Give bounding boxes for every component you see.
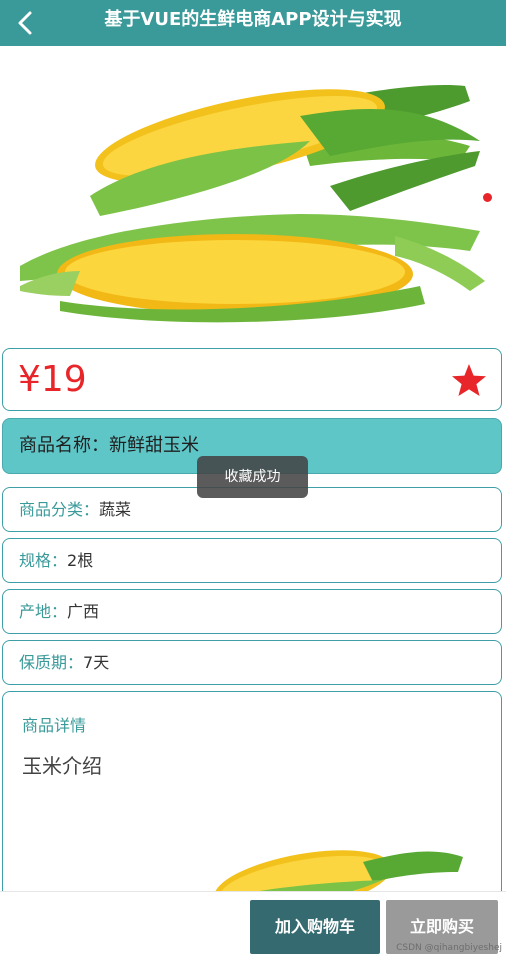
price-card: ¥19: [2, 348, 502, 411]
star-icon[interactable]: [451, 363, 487, 397]
toast-message: 收藏成功: [197, 456, 308, 498]
carousel-dot-active[interactable]: [483, 193, 492, 202]
detail-text: 玉米介绍: [22, 754, 102, 778]
origin-label-text: 产地：: [19, 602, 68, 621]
spec-label-text: 规格：: [19, 551, 68, 570]
origin-label: 产地：广西: [19, 602, 99, 622]
chevron-left-icon[interactable]: [12, 8, 40, 38]
detail-title: 商品详情: [22, 716, 87, 735]
watermark: CSDN @qihangbiyeshej: [396, 943, 502, 953]
shelf-life-row: 保质期：7天: [2, 640, 502, 685]
shelf-life-value: 7天: [83, 653, 110, 672]
category-value: 蔬菜: [99, 500, 132, 519]
shelf-life-label: 保质期：7天: [19, 653, 109, 673]
spec-row: 规格：2根: [2, 538, 502, 583]
shelf-life-label-text: 保质期：: [19, 653, 84, 672]
corn-image: [20, 85, 485, 323]
product-image-carousel[interactable]: [0, 46, 506, 342]
product-price: ¥19: [18, 359, 87, 400]
app-header: 基于VUE的生鲜电商APP设计与实现: [0, 0, 506, 46]
page-title: 基于VUE的生鲜电商APP设计与实现: [104, 9, 402, 30]
spec-label: 规格：2根: [19, 551, 93, 571]
spec-value: 2根: [67, 551, 94, 570]
origin-row: 产地：广西: [2, 589, 502, 634]
product-name: 商品名称：新鲜甜玉米: [19, 435, 199, 456]
category-label: 商品分类：蔬菜: [19, 500, 131, 520]
bottom-action-bar: 加入购物车 立即购买 CSDN @qihangbiyeshej: [0, 891, 506, 955]
category-label-text: 商品分类：: [19, 500, 100, 519]
origin-value: 广西: [67, 602, 100, 621]
add-to-cart-button[interactable]: 加入购物车: [250, 900, 380, 954]
